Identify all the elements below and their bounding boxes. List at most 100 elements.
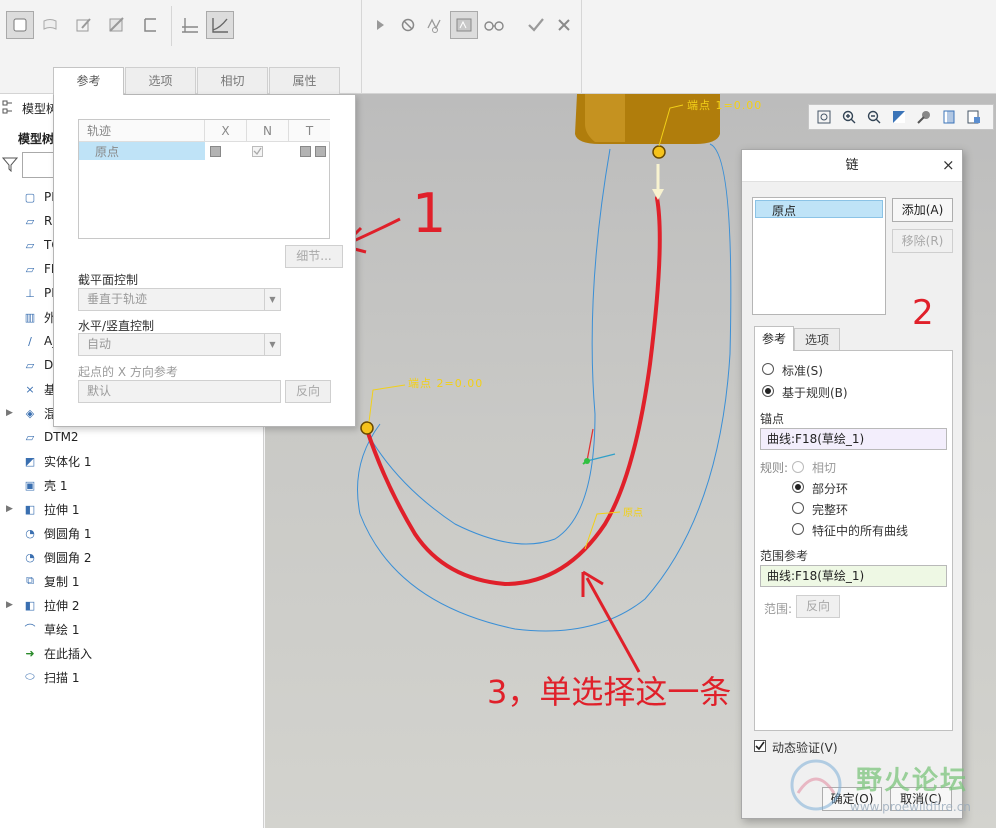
part-icon: ▢ bbox=[24, 190, 36, 204]
range-flip-button[interactable]: 反向 bbox=[796, 595, 840, 618]
x-direction-field[interactable]: 默认 bbox=[78, 380, 281, 403]
annotation-step-3: 3，单选择这一条 bbox=[487, 673, 732, 711]
expand-chevron-icon[interactable]: ▶ bbox=[6, 600, 18, 610]
expand-chevron-icon[interactable]: ▶ bbox=[6, 408, 18, 418]
copy-icon: ⧉ bbox=[26, 574, 34, 587]
chevron-down-icon: ▼ bbox=[264, 289, 280, 310]
table-row[interactable]: 原点 bbox=[79, 142, 205, 160]
attached-preview-icon[interactable] bbox=[450, 11, 478, 39]
zoom-in-icon[interactable] bbox=[838, 107, 860, 127]
variable-section-icon[interactable] bbox=[206, 11, 234, 39]
refit-icon[interactable] bbox=[813, 107, 835, 127]
no-preview-icon[interactable] bbox=[394, 11, 422, 39]
chain-dialog: 链 × 原点 添加(A) 移除(R) 参考 选项 标准(S) 基于规则(B) 锚… bbox=[741, 149, 963, 819]
section-control-select[interactable]: 垂直于轨迹 ▼ bbox=[78, 288, 281, 311]
filter-icon[interactable] bbox=[1, 156, 20, 174]
tree-item-label: 拉伸 1 bbox=[44, 502, 80, 517]
tree-item[interactable]: ⧉ 复制 1 bbox=[0, 569, 264, 593]
tree-item[interactable]: ▣ 壳 1 bbox=[0, 473, 264, 497]
tab-options[interactable]: 选项 bbox=[125, 67, 196, 94]
list-item[interactable]: 原点 bbox=[755, 200, 883, 218]
tab-references[interactable]: 参考 bbox=[53, 67, 124, 95]
tree-item[interactable]: ▶ ◧ 拉伸 1 bbox=[0, 497, 264, 521]
hv-control-select[interactable]: 自动 ▼ bbox=[78, 333, 281, 356]
trajectory-name: 原点 bbox=[95, 145, 120, 159]
apply-checkmark-icon[interactable] bbox=[522, 11, 550, 39]
anchor-field[interactable]: 曲线:F18(草绘_1) bbox=[760, 428, 947, 450]
reference-tab-content: 标准(S) 基于规则(B) 锚点 曲线:F18(草绘_1) 规则: 相切 部分环… bbox=[754, 350, 953, 731]
zoom-out-icon[interactable] bbox=[863, 107, 885, 127]
pause-icon[interactable] bbox=[366, 11, 394, 39]
remove-material-icon[interactable] bbox=[103, 11, 131, 39]
col-header-t: T bbox=[289, 120, 330, 142]
remove-button[interactable]: 移除(R) bbox=[892, 229, 953, 253]
coordinate-system-icon: ⊥ bbox=[25, 286, 35, 300]
radio-complete-loop-label: 完整环 bbox=[812, 503, 849, 517]
surface-sweep-icon[interactable] bbox=[36, 11, 64, 39]
tab-options[interactable]: 选项 bbox=[794, 328, 840, 351]
radio-all-curves[interactable] bbox=[792, 523, 804, 535]
flip-button[interactable]: 反向 bbox=[285, 380, 331, 403]
dynamic-verify-checkbox[interactable] bbox=[754, 740, 766, 752]
repaint-icon[interactable] bbox=[888, 107, 910, 127]
chain-reference-list[interactable]: 原点 bbox=[752, 197, 886, 315]
rule-label: 规则: bbox=[760, 461, 789, 475]
blend-icon: ◈ bbox=[25, 406, 35, 420]
tree-item[interactable]: ◔ 倒圆角 2 bbox=[0, 545, 264, 569]
triad-y-axis bbox=[586, 453, 616, 462]
tree-item-label: DTM2 bbox=[44, 430, 79, 444]
n-checkbox[interactable] bbox=[252, 146, 263, 157]
thin-feature-icon[interactable] bbox=[136, 11, 164, 39]
radio-tangent[interactable] bbox=[792, 461, 804, 473]
datum-plane-icon: ▱ bbox=[25, 262, 35, 276]
solid-sweep-icon[interactable] bbox=[6, 11, 34, 39]
add-button[interactable]: 添加(A) bbox=[892, 198, 953, 222]
radio-complete-loop[interactable] bbox=[792, 502, 804, 514]
verify-icon[interactable] bbox=[421, 11, 449, 39]
tab-reference[interactable]: 参考 bbox=[754, 326, 794, 351]
constant-section-icon[interactable] bbox=[176, 11, 204, 39]
t-checkbox-1[interactable] bbox=[300, 146, 311, 157]
t-checkbox-2[interactable] bbox=[315, 146, 326, 157]
radio-partial-loop[interactable] bbox=[792, 481, 804, 493]
tab-properties[interactable]: 属性 bbox=[269, 67, 340, 94]
tree-item[interactable]: ◩ 实体化 1 bbox=[0, 449, 264, 473]
view-manager-icon[interactable] bbox=[963, 107, 985, 127]
model-tree-icon bbox=[2, 100, 18, 116]
trajectory-table[interactable]: 轨迹 X N T 原点 bbox=[78, 119, 330, 239]
edit-section-icon[interactable] bbox=[70, 11, 98, 39]
tree-item[interactable]: ⌒ 草绘 1 bbox=[0, 617, 264, 641]
shell-icon: ▣ bbox=[24, 478, 36, 492]
display-style-icon[interactable] bbox=[913, 107, 935, 127]
tree-item[interactable]: ➜ 在此插入 bbox=[0, 641, 264, 665]
close-icon[interactable]: × bbox=[942, 156, 955, 174]
tree-item[interactable]: ⬭ 扫描 1 bbox=[0, 665, 264, 689]
details-button[interactable]: 细节... bbox=[285, 245, 343, 268]
radio-standard[interactable] bbox=[762, 363, 774, 375]
x-checkbox[interactable] bbox=[210, 146, 221, 157]
tree-item[interactable]: ◔ 倒圆角 1 bbox=[0, 521, 264, 545]
tree-item[interactable]: ▱ DTM2 bbox=[0, 425, 264, 449]
range-reference-field[interactable]: 曲线:F18(草绘_1) bbox=[760, 565, 947, 587]
datum-plane-icon: ▱ bbox=[25, 358, 35, 372]
radio-rule-based[interactable] bbox=[762, 385, 774, 397]
model-tree-subheader: 模型树 bbox=[18, 132, 55, 146]
datum-plane-icon: ▱ bbox=[25, 214, 35, 228]
tree-item-label: 倒圆角 2 bbox=[44, 550, 92, 565]
glasses-preview-icon[interactable] bbox=[480, 11, 508, 39]
cancel-x-icon[interactable] bbox=[550, 11, 578, 39]
tree-item-label: 实体化 1 bbox=[44, 454, 92, 469]
section-control-value: 垂直于轨迹 bbox=[87, 292, 148, 306]
list-item-label: 原点 bbox=[772, 204, 797, 218]
endpoint-1-marker bbox=[652, 145, 666, 159]
tree-item[interactable]: ▶ ◧ 拉伸 2 bbox=[0, 593, 264, 617]
expand-chevron-icon[interactable]: ▶ bbox=[6, 504, 18, 514]
tab-tangency[interactable]: 相切 bbox=[197, 67, 268, 94]
tree-item-label: 拉伸 2 bbox=[44, 598, 80, 613]
ribbon: 参考 选项 相切 属性 bbox=[0, 0, 996, 95]
saved-views-icon[interactable] bbox=[938, 107, 960, 127]
anchor-label: 锚点 bbox=[760, 412, 785, 426]
x-direction-label: 起点的 X 方向参考 bbox=[78, 365, 178, 379]
annotation-number-2: 2 bbox=[912, 293, 934, 333]
sweep-icon: ⬭ bbox=[25, 670, 35, 683]
